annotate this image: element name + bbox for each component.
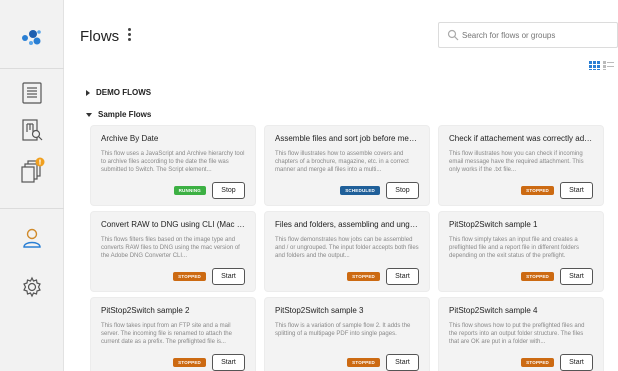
flow-card-grid: Archive By Date This flow uses a JavaScri… [90,125,604,371]
start-button[interactable]: Start [560,182,593,199]
group-label: DEMO FLOWS [96,88,152,97]
report-search-icon[interactable] [16,115,48,147]
status-badge: STOPPED [173,272,206,281]
flow-card-title: PitStop2Switch sample 2 [101,306,190,315]
flow-card-footer: STOPPED Start [173,354,245,371]
flow-card-footer: STOPPED Start [173,268,245,285]
flow-card-title: Convert RAW to DNG using CLI (Mac only) [101,220,245,229]
stop-button[interactable]: Stop [386,182,419,199]
stacked-documents-icon[interactable]: ! [16,155,48,187]
list-icon[interactable] [16,77,48,109]
flow-card-footer: RUNNING Stop [173,182,245,199]
flow-card-title: PitStop2Switch sample 1 [449,220,538,229]
flow-card-footer: STOPPED Start [347,354,419,371]
caret-right-icon [86,89,90,96]
app-window: ! Flows Search for flows or groups DEMO … [0,0,618,371]
start-button[interactable]: Start [560,268,593,285]
flow-card-title: Assemble files and sort job before mergi… [275,134,419,143]
sidebar: ! [0,0,64,371]
sidebar-divider [0,68,64,69]
start-button[interactable]: Start [386,354,419,371]
flow-card[interactable]: Check if attachement was correctly added… [438,125,604,206]
svg-text:!: ! [38,159,41,167]
flow-card-description: This flow simply takes an input file and… [449,237,579,259]
flow-card[interactable]: Convert RAW to DNG using CLI (Mac only) T… [90,211,256,292]
gear-icon[interactable] [16,271,48,303]
flow-card[interactable]: Assemble files and sort job before mergi… [264,125,430,206]
status-badge: RUNNING [173,186,206,195]
header: Flows [64,0,618,70]
user-icon[interactable] [16,222,48,254]
flow-card-description: This flow shows how to put the preflight… [449,323,585,345]
group-sample-flows[interactable]: Sample Flows [86,110,151,119]
page-title: Flows [80,28,120,45]
flow-card[interactable]: PitStop2Switch sample 1 This flow simply … [438,211,604,292]
status-badge: SCHEDULED [340,186,380,195]
flow-card-title: Files and folders, assembling and ungrou… [275,220,419,229]
flow-card[interactable]: Files and folders, assembling and ungrou… [264,211,430,292]
flow-card-footer: STOPPED Start [521,354,593,371]
flow-card[interactable]: PitStop2Switch sample 2 This flow takes i… [90,297,256,371]
flows-content: DEMO FLOWS Sample Flows Archive By Date T… [64,70,618,371]
status-badge: STOPPED [521,358,554,367]
flow-card-footer: SCHEDULED Stop [340,182,419,199]
flow-card-description: This flow is a variation of sample flow … [275,323,411,337]
more-options-icon[interactable] [124,27,134,45]
flow-card[interactable]: PitStop2Switch sample 3 This flow is a va… [264,297,430,371]
flow-card-description: This flow illustrates how you can check … [449,151,584,173]
flow-card-footer: STOPPED Start [347,268,419,285]
flow-card-description: This flow takes input from an FTP site a… [101,323,232,345]
start-button[interactable]: Start [212,354,245,371]
flow-card-title: Check if attachement was correctly added [449,134,593,143]
status-badge: STOPPED [173,358,206,367]
status-badge: STOPPED [521,272,554,281]
group-label: Sample Flows [98,110,152,119]
flow-card-footer: STOPPED Start [521,268,593,285]
group-demo-flows[interactable]: DEMO FLOWS [86,88,151,97]
status-badge: STOPPED [347,272,380,281]
start-button[interactable]: Start [560,354,593,371]
caret-down-icon [86,112,92,117]
flow-card[interactable]: Archive By Date This flow uses a JavaScri… [90,125,256,206]
stop-button[interactable]: Stop [212,182,245,199]
flow-card-description: This flow uses a JavaScript and Archive … [101,151,245,173]
status-badge: STOPPED [521,186,554,195]
search-icon [447,29,459,41]
status-badge: STOPPED [347,358,380,367]
flow-card-title: Archive By Date [101,134,159,143]
search-box[interactable] [438,22,618,48]
flow-card-footer: STOPPED Start [521,182,593,199]
flow-card-description: This flow illustrates how to assemble co… [275,151,409,173]
start-button[interactable]: Start [212,268,245,285]
flow-card-description: This flow demonstrates how jobs can be a… [275,237,419,259]
search-input[interactable] [462,30,612,40]
flow-card[interactable]: PitStop2Switch sample 4 This flow shows h… [438,297,604,371]
start-button[interactable]: Start [386,268,419,285]
flow-card-title: PitStop2Switch sample 4 [449,306,538,315]
logo-icon[interactable] [16,22,48,54]
flow-card-description: This flows filters files based on the im… [101,237,240,259]
flow-card-title: PitStop2Switch sample 3 [275,306,364,315]
sidebar-divider [0,208,64,209]
